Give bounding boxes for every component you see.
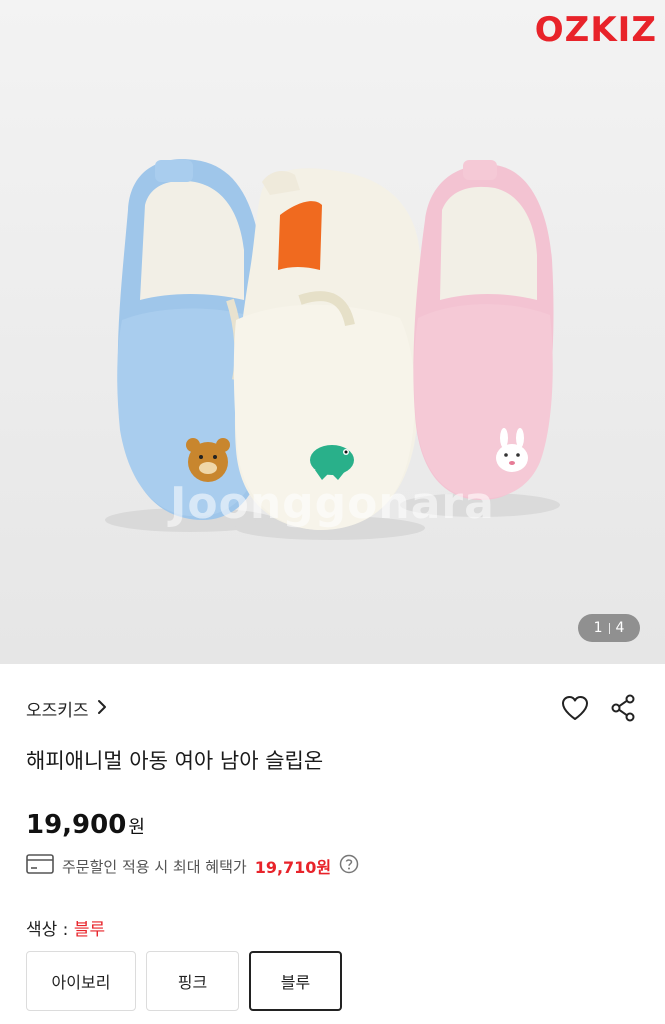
product-photo [105, 159, 560, 540]
chevron-right-icon [97, 699, 107, 719]
brand-name: 오즈키즈 [26, 701, 89, 721]
wishlist-button[interactable] [559, 694, 591, 726]
benefit-price: 19,710원 [254, 858, 332, 877]
color-option-pink[interactable]: 핑크 [146, 951, 239, 1011]
counter-total: 4 [615, 620, 625, 636]
benefit-info: 주문할인 적용 시 최대 혜택가 19,710원 [26, 854, 359, 878]
product-title: 해피애니멀 아동 여아 남아 슬립온 [26, 749, 324, 773]
price: 19,900 원 [26, 810, 145, 840]
share-button[interactable] [607, 694, 639, 726]
color-option-blue[interactable]: 블루 [249, 951, 342, 1011]
brand-logo: OZKIZ [534, 10, 657, 50]
pink-shoe [413, 160, 554, 501]
heart-icon [561, 695, 589, 725]
card-icon [26, 854, 54, 878]
counter-divider [608, 622, 610, 634]
benefit-text: 주문할인 적용 시 최대 혜택가 [62, 857, 247, 876]
product-image-carousel[interactable]: OZKIZ Joonggonara 1 4 [0, 0, 665, 664]
image-counter: 1 4 [578, 614, 640, 642]
price-value: 19,900 [26, 810, 127, 840]
color-label: 색상 : [26, 920, 74, 940]
ivory-shoe [233, 168, 425, 530]
selected-color: 블루 [73, 920, 106, 940]
color-options: 아이보리 핑크 블루 [26, 951, 342, 1011]
color-option-ivory[interactable]: 아이보리 [26, 951, 136, 1011]
watermark: Joonggonara [170, 478, 495, 529]
brand-link[interactable]: 오즈키즈 [26, 696, 107, 721]
counter-current: 1 [593, 620, 603, 636]
price-unit: 원 [128, 817, 145, 838]
color-option-label: 색상 : 블루 [26, 915, 105, 940]
share-icon [610, 694, 636, 726]
help-icon[interactable] [339, 854, 359, 878]
